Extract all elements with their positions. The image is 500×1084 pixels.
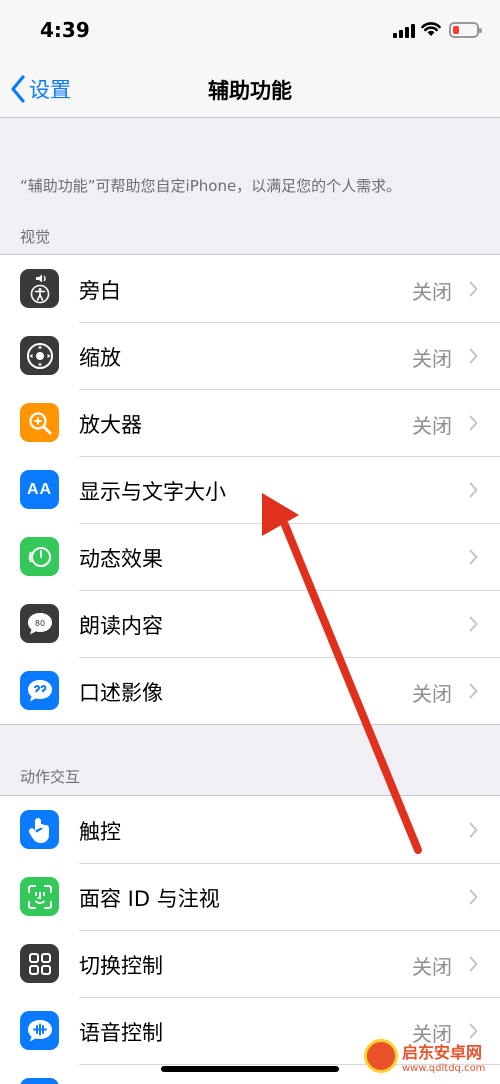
chevron-right-icon: [469, 822, 478, 838]
settings-group-vision: 旁白 关闭 缩放 关闭 放大器 关闭 AA 显示与文字大小 动态效果 80 朗读…: [0, 254, 500, 725]
row-switch-control[interactable]: 切换控制 关闭: [0, 930, 500, 997]
face-id-icon: [20, 877, 59, 916]
row-label: 动态效果: [79, 547, 163, 571]
touch-icon: [20, 810, 59, 849]
cellular-signal-icon: [393, 24, 415, 38]
chevron-right-icon: [469, 956, 478, 972]
navigation-bar: 设置 辅助功能: [0, 60, 500, 118]
row-label: 语音控制: [79, 1021, 163, 1045]
row-label: 放大器: [79, 413, 142, 437]
row-value: 关闭: [412, 414, 452, 438]
row-label: 旁白: [79, 279, 121, 303]
app-icon: [20, 1078, 59, 1084]
watermark-logo-icon: [364, 1039, 398, 1073]
row-motion[interactable]: 动态效果: [0, 523, 500, 590]
row-value: 关闭: [412, 280, 452, 304]
chevron-right-icon: [469, 482, 478, 498]
row-zoom[interactable]: 缩放 关闭: [0, 322, 500, 389]
motion-icon: [20, 537, 59, 576]
row-label: 口述影像: [79, 681, 163, 705]
chevron-right-icon: [469, 549, 478, 565]
home-indicator[interactable]: [161, 1066, 339, 1072]
row-value: 关闭: [412, 682, 452, 706]
section-header-interaction: 动作交互: [20, 768, 81, 786]
chevron-right-icon: [469, 683, 478, 699]
row-label: 切换控制: [79, 954, 163, 978]
row-value: 关闭: [412, 347, 452, 371]
chevron-right-icon: [469, 616, 478, 632]
text-size-icon: AA: [20, 470, 59, 509]
row-touch[interactable]: 触控: [0, 796, 500, 863]
row-label: 面容 ID 与注视: [79, 887, 220, 911]
zoom-icon: [20, 336, 59, 375]
chevron-right-icon: [469, 889, 478, 905]
row-label: 显示与文字大小: [79, 480, 226, 504]
status-time: 4:39: [40, 18, 90, 42]
row-label: 朗读内容: [79, 614, 163, 638]
watermark-url: www.qdltdq.com: [402, 1062, 486, 1074]
spoken-content-icon: 80: [20, 604, 59, 643]
switch-control-icon: [20, 944, 59, 983]
status-bar: 4:39: [0, 0, 500, 60]
row-label: 缩放: [79, 346, 121, 370]
voice-control-icon: [20, 1011, 59, 1050]
audio-description-icon: [20, 671, 59, 710]
battery-icon: [449, 22, 482, 38]
row-magnifier[interactable]: 放大器 关闭: [0, 389, 500, 456]
row-label: 触控: [79, 820, 121, 844]
watermark: 启东安卓网 www.qdltdq.com: [364, 1034, 492, 1078]
chevron-right-icon: [469, 415, 478, 431]
watermark-title: 启东安卓网: [402, 1042, 483, 1062]
row-voiceover[interactable]: 旁白 关闭: [0, 255, 500, 322]
page-title: 辅助功能: [208, 79, 292, 103]
row-audio-descriptions[interactable]: 口述影像 关闭: [0, 657, 500, 724]
wifi-icon: [421, 22, 441, 36]
voiceover-icon: [20, 269, 59, 308]
description-text: “辅助功能”可帮助您自定iPhone，以满足您的个人需求。: [20, 177, 402, 195]
row-face-id-attention[interactable]: 面容 ID 与注视: [0, 863, 500, 930]
row-value: 关闭: [412, 955, 452, 979]
row-spoken-content[interactable]: 80 朗读内容: [0, 590, 500, 657]
chevron-right-icon: [469, 348, 478, 364]
row-display-text-size[interactable]: AA 显示与文字大小: [0, 456, 500, 523]
magnifier-icon: [20, 403, 59, 442]
chevron-right-icon: [469, 281, 478, 297]
svg-text:80: 80: [34, 619, 44, 628]
section-header-vision: 视觉: [20, 228, 51, 246]
